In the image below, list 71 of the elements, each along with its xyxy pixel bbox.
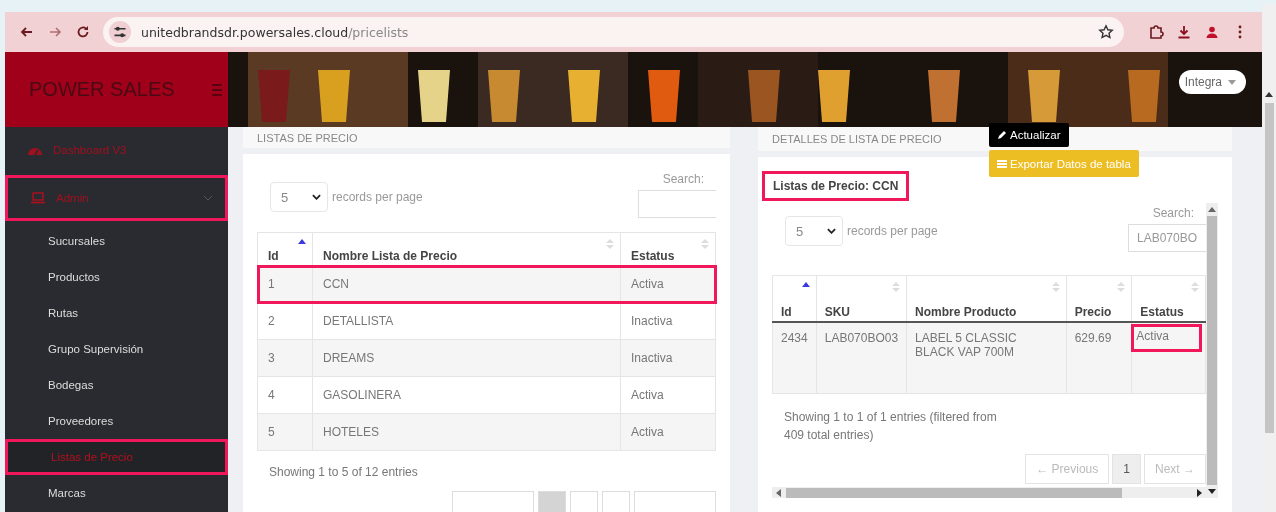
table-row[interactable]: 4 GASOLINERA Activa (257, 376, 716, 414)
page-size-label: records per page (332, 190, 423, 204)
reload-icon[interactable] (75, 24, 91, 40)
scroll-up-icon[interactable] (1265, 92, 1273, 97)
laptop-icon (30, 191, 46, 205)
caret-icon (1228, 79, 1236, 85)
table-cell: DETALLISTA (312, 302, 621, 340)
table-info: Showing 1 to 5 of 12 entries (269, 465, 419, 479)
brand-name: POWER SALES (29, 78, 175, 101)
table-cell: 4 (257, 376, 313, 414)
table-row[interactable]: 3 DREAMS Inactiva (257, 339, 716, 377)
scroll-down-icon[interactable] (1208, 488, 1216, 494)
profile-icon[interactable] (1204, 24, 1220, 40)
table-cell: Activa (620, 376, 716, 414)
column-header[interactable]: Precio (1066, 275, 1132, 322)
page-size-label: records per page (847, 224, 938, 238)
star-icon[interactable] (1098, 24, 1114, 40)
table-cell: 2 (257, 302, 313, 340)
list-subtitle: Listas de Precio: CCN (762, 171, 910, 201)
table-cell: HOTELES (312, 413, 621, 451)
panel-title: LISTAS DE PRECIO (257, 131, 358, 144)
url-text: unitedbrandsdr.powersales.cloud/pricelists (141, 24, 410, 40)
table-cell: GASOLINERA (312, 376, 621, 414)
table-cell-text: 629.69 (1073, 329, 1113, 347)
table-cell-text: LABEL 5 CLASSIC BLACK VAP 700M (914, 329, 1018, 361)
site-settings-icon[interactable] (109, 21, 131, 43)
pencil-icon (997, 130, 1007, 140)
user-menu[interactable]: Integra (1178, 70, 1246, 94)
page-size-select[interactable]: 5 (270, 182, 328, 212)
scroll-left-icon[interactable] (776, 488, 782, 497)
column-header[interactable]: Nombre Producto (906, 275, 1067, 322)
column-header[interactable]: SKU (816, 275, 907, 322)
caret-icon (827, 228, 836, 234)
table-cell: Inactiva (620, 302, 716, 340)
update-button[interactable]: Actualizar (989, 123, 1069, 147)
list-icon (997, 158, 1007, 169)
table-row[interactable]: 1 CCN Activa (257, 265, 716, 303)
page-scrollbar[interactable] (1262, 4, 1276, 512)
download-icon[interactable] (1176, 24, 1192, 40)
table-cell: Activa (1134, 326, 1199, 349)
search-label: Search: (1152, 206, 1194, 220)
horizontal-scrollbar[interactable] (772, 487, 1206, 498)
table-cell: Activa (620, 413, 716, 451)
table-cell-text: 2434 (780, 329, 809, 347)
column-header[interactable]: Id (772, 275, 817, 322)
table-row[interactable]: 5 HOTELES Activa (257, 413, 716, 451)
vertical-scrollbar[interactable] (1206, 203, 1218, 498)
table-cell: 3 (257, 339, 313, 377)
table-cell: 5 (257, 413, 313, 451)
sidebar-item[interactable]: Bodegas (5, 367, 228, 403)
table-cell: Inactiva (620, 339, 716, 377)
caret-icon (312, 194, 321, 200)
sidebar-item[interactable]: Proveedores (5, 403, 228, 439)
sidebar-item[interactable]: Marcas (5, 475, 228, 511)
pagination-button[interactable]: 1 (1112, 454, 1141, 485)
extensions-icon[interactable] (1148, 24, 1164, 40)
table-row[interactable]: 2 DETALLISTA Inactiva (257, 302, 716, 340)
table-info: Showing 1 to 1 of 1 entries (filtered from 409 total entries) (784, 409, 998, 445)
address-bar[interactable]: unitedbrandsdr.powersales.cloud/pricelists (103, 17, 1124, 47)
sidebar-item[interactable]: Sucursales (5, 223, 228, 259)
scroll-right-icon[interactable] (1196, 488, 1202, 497)
table-cell: DREAMS (312, 339, 621, 377)
sidebar-item[interactable]: Productos (5, 259, 228, 295)
search-field[interactable] (638, 190, 716, 218)
scroll-up-icon[interactable] (1208, 207, 1216, 213)
sidebar-item[interactable]: Grupo Supervisión (5, 331, 228, 367)
sidebar-item[interactable]: Rutas (5, 295, 228, 331)
page-size-select[interactable]: 5 (785, 216, 843, 246)
table-cell-text: LAB070BO03 (823, 329, 900, 347)
panel-title: DETALLES DE LISTA DE PRECIO (772, 133, 942, 145)
search-label: Search: (662, 172, 704, 186)
